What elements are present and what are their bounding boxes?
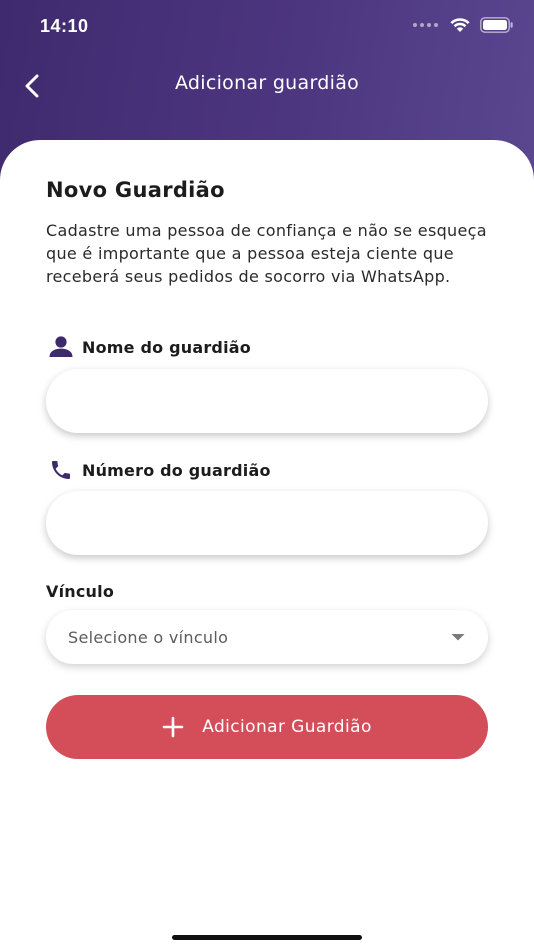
signal-icon (413, 23, 438, 27)
wifi-icon (450, 17, 470, 32)
add-guardian-button[interactable]: Adicionar Guardião (46, 695, 488, 759)
form-card: Novo Guardião Cadastre uma pessoa de con… (0, 140, 534, 950)
phone-field-label: Número do guardião (46, 458, 271, 482)
form-title: Novo Guardião (46, 178, 225, 202)
dropdown-arrow-icon (451, 634, 465, 641)
phone-icon (48, 458, 82, 482)
name-field-label-text: Nome do guardião (82, 337, 251, 357)
status-time: 14:10 (40, 16, 89, 36)
status-bar: 14:10 (0, 0, 534, 54)
nav-bar: Adicionar guardião (0, 60, 534, 110)
status-icons (413, 17, 514, 33)
phone-field-label-text: Número do guardião (82, 460, 271, 480)
plus-icon (162, 716, 184, 738)
name-field-label: Nome do guardião (46, 336, 251, 358)
relationship-label: Vínculo (46, 582, 115, 601)
home-indicator[interactable] (172, 935, 362, 940)
page-title: Adicionar guardião (174, 72, 360, 94)
add-guardian-button-label: Adicionar Guardião (202, 717, 372, 737)
person-icon (48, 336, 82, 358)
battery-icon (480, 17, 513, 33)
guardian-phone-input[interactable] (46, 491, 488, 555)
relationship-select[interactable]: Selecione o vínculo (46, 610, 488, 664)
form-description: Cadastre uma pessoa de confiança e não s… (46, 221, 487, 286)
relationship-placeholder: Selecione o vínculo (68, 627, 229, 647)
guardian-name-input[interactable] (46, 369, 488, 433)
